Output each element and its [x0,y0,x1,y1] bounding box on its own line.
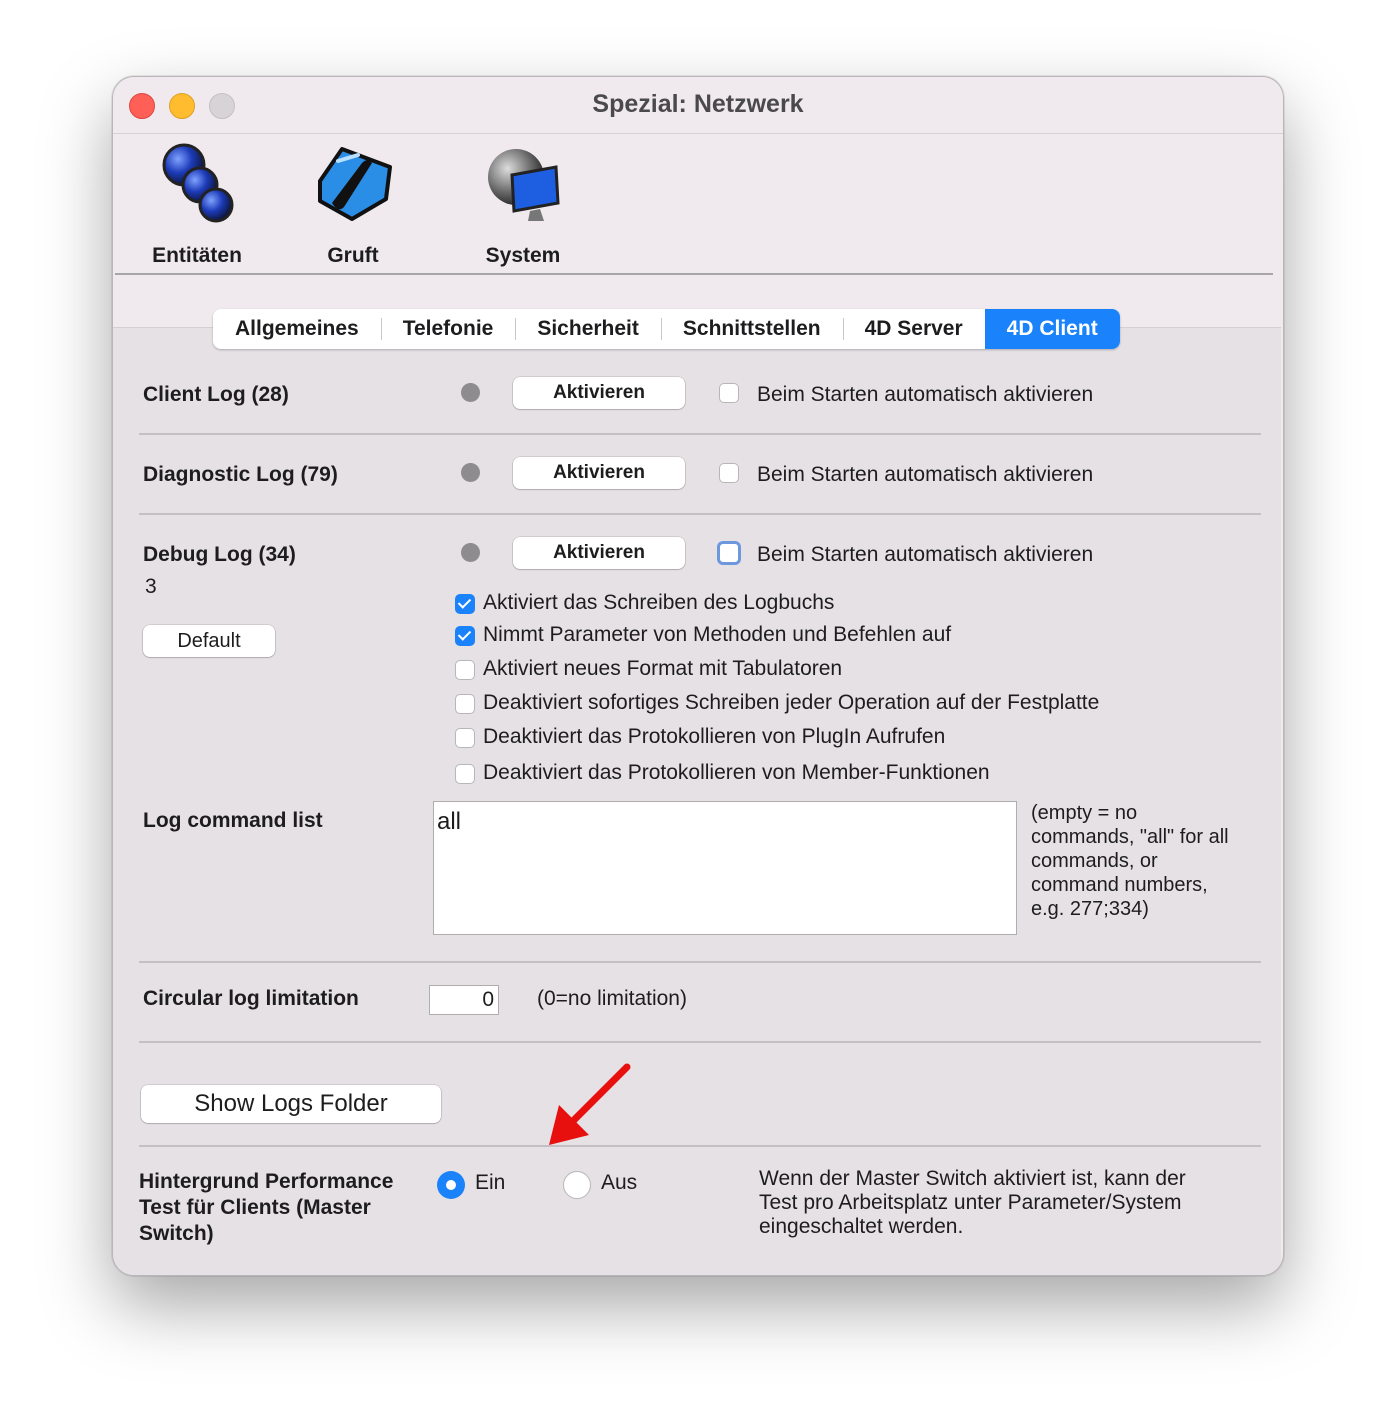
note-line: Test pro Arbeitsplatz unter Parameter/Sy… [759,1191,1182,1214]
hint-line: (empty = no [1031,802,1138,824]
circular-log-input[interactable]: 0 [429,985,499,1015]
client-log-activate-button[interactable]: Aktivieren [513,377,685,409]
divider [139,433,1261,435]
divider [139,513,1261,515]
debug-log-default-button[interactable]: Default [143,625,275,657]
debug-option-label: Deaktiviert das Protokollieren von Membe… [483,761,990,784]
label-line: Switch) [139,1222,214,1245]
tab-allgemeines[interactable]: Allgemeines [213,309,381,349]
performance-test-on-radio[interactable] [437,1171,465,1199]
client-log-autostart-checkbox[interactable] [719,383,739,403]
circular-log-hint: (0=no limitation) [537,987,687,1010]
toolbar-item-entities[interactable]: Entitäten [127,141,267,268]
client-log-label: Client Log (28) [143,383,289,406]
tab-4d-client[interactable]: 4D Client [984,309,1120,349]
toolbar-separator [115,273,1273,275]
diagnostic-log-autostart-checkbox[interactable] [719,463,739,483]
debug-log-label: Debug Log (34) [143,543,296,566]
diagnostic-log-activate-button[interactable]: Aktivieren [513,457,685,489]
performance-test-off-label: Aus [601,1171,638,1194]
client-log-autostart-label: Beim Starten automatisch aktivieren [757,383,1094,406]
title-bar: Spezial: Netzwerk [113,77,1283,134]
debug-option-checkbox[interactable] [455,728,475,748]
diagnostic-log-label: Diagnostic Log (79) [143,463,338,486]
hint-line: commands, or [1031,850,1158,872]
log-command-list-hint: (empty = no commands, "all" for all comm… [1031,801,1229,921]
performance-test-off-radio[interactable] [563,1171,591,1199]
label-line: Hintergrund Performance [139,1170,394,1193]
debug-log-autostart-checkbox[interactable] [717,541,741,565]
divider [139,1145,1261,1147]
debug-option-checkbox[interactable] [455,694,475,714]
hint-line: e.g. 277;334) [1031,898,1149,920]
debug-option-label: Aktiviert das Schreiben des Logbuchs [483,591,835,614]
toolbar-label-entities: Entitäten [152,244,242,267]
entities-icon [162,143,234,223]
diagnostic-log-status-indicator [461,463,480,482]
note-line: Wenn der Master Switch aktiviert ist, ka… [759,1167,1186,1190]
hint-line: commands, "all" for all [1031,826,1229,848]
system-icon [488,149,560,221]
performance-test-label: Hintergrund Performance Test für Clients… [139,1169,393,1247]
preferences-window: Spezial: Netzwerk Entitäten Gruft System… [112,76,1284,1276]
diagnostic-log-autostart-label: Beim Starten automatisch aktivieren [757,463,1094,486]
toolbar-label-system: System [485,244,561,267]
debug-log-autostart-label: Beim Starten automatisch aktivieren [757,543,1094,566]
performance-test-on-label: Ein [475,1171,506,1194]
note-line: eingeschaltet werden. [759,1215,964,1238]
debug-option-label: Deaktiviert sofortiges Schreiben jeder O… [483,691,1100,714]
crypt-icon [318,147,392,221]
debug-option-checkbox[interactable] [455,626,475,646]
debug-option-checkbox[interactable] [455,764,475,784]
tab-4d-server[interactable]: 4D Server [842,309,985,349]
debug-option-label: Deaktiviert das Protokollieren von PlugI… [483,725,946,748]
client-log-status-indicator [461,383,480,402]
debug-option-label: Nimmt Parameter von Methoden und Befehle… [483,623,952,646]
tab-schnittstellen[interactable]: Schnittstellen [660,309,843,349]
tab-bar: Allgemeines Telefonie Sicherheit Schnitt… [213,309,1120,349]
label-line: Test für Clients (Master [139,1196,371,1219]
toolbar-label-crypt: Gruft [327,244,379,267]
divider [139,1041,1261,1043]
toolbar-item-crypt[interactable]: Gruft [283,141,423,268]
performance-test-note: Wenn der Master Switch aktiviert ist, ka… [759,1167,1186,1239]
divider [139,961,1261,963]
debug-log-level: 3 [145,575,157,598]
log-command-list-input[interactable]: all [433,801,1017,935]
hint-line: command numbers, [1031,874,1208,896]
tab-telefonie[interactable]: Telefonie [380,309,516,349]
debug-log-activate-button[interactable]: Aktivieren [513,537,685,569]
debug-option-label: Aktiviert neues Format mit Tabulatoren [483,657,843,680]
window-title: Spezial: Netzwerk [592,90,804,118]
annotation-arrow-icon [549,1063,631,1145]
debug-option-checkbox[interactable] [455,594,475,614]
circular-log-label: Circular log limitation [143,987,359,1010]
log-command-list-label: Log command list [143,809,323,832]
toolbar-item-system[interactable]: System [453,141,593,268]
debug-log-status-indicator [461,543,480,562]
debug-option-checkbox[interactable] [455,660,475,680]
show-logs-folder-button[interactable]: Show Logs Folder [141,1085,441,1123]
tab-sicherheit[interactable]: Sicherheit [515,309,661,349]
